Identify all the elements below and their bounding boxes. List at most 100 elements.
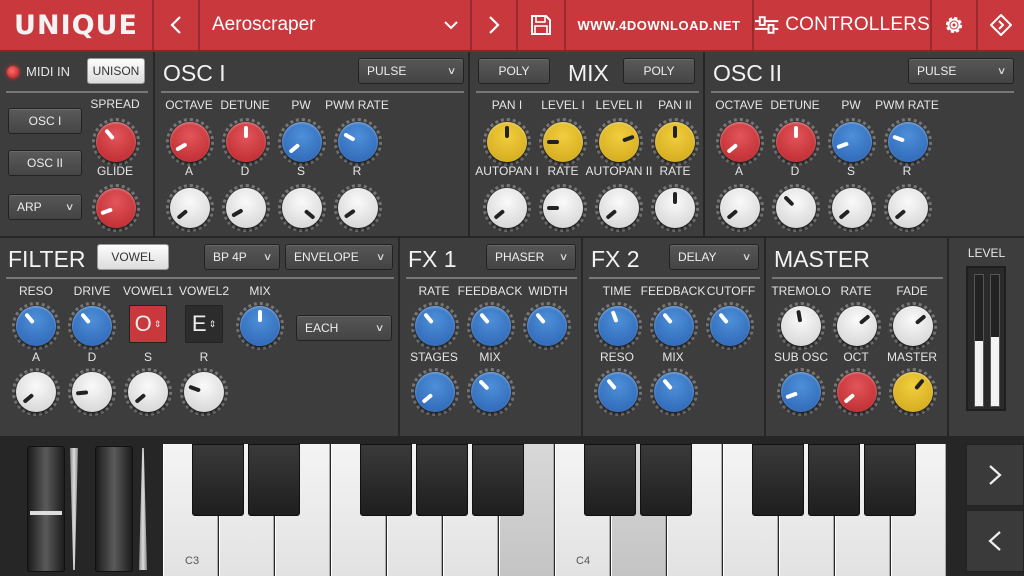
osc2-decay-knob[interactable]	[772, 184, 820, 232]
filter-mode-select[interactable]: BP 4P ∨	[204, 244, 280, 270]
oct-knob[interactable]	[833, 368, 881, 416]
osc1-sustain-knob[interactable]	[278, 184, 326, 232]
black-key[interactable]	[416, 444, 468, 516]
fx2-mix-knob[interactable]	[650, 368, 698, 416]
mix-rate2-knob[interactable]	[651, 184, 699, 232]
filter-mix-knob[interactable]	[236, 302, 284, 350]
unison-button[interactable]: UNISON	[87, 58, 145, 84]
osc1-title: OSC I	[163, 60, 226, 86]
fx2-cutoff-knob[interactable]	[706, 302, 754, 350]
filter-source-select[interactable]: ENVELOPE ∨	[285, 244, 393, 270]
filter-reso-knob[interactable]	[12, 302, 60, 350]
octave-down-button[interactable]	[966, 510, 1024, 572]
fx1-width-knob[interactable]	[523, 302, 571, 350]
osc1-decay-knob[interactable]	[222, 184, 270, 232]
controllers-button[interactable]: CONTROLLERS	[754, 0, 932, 50]
fx2-time-label: TIME	[602, 284, 632, 298]
fx2-cutoff-label: CUTOFF	[706, 284, 756, 298]
divider	[406, 277, 577, 279]
fx2-time-knob[interactable]	[594, 302, 642, 350]
settings-button[interactable]	[932, 0, 978, 50]
vowel2-value: E	[191, 311, 207, 336]
osc1-octave-knob[interactable]	[166, 118, 214, 166]
osc1-release-knob[interactable]	[334, 184, 382, 232]
filter-decay-knob[interactable]	[68, 368, 116, 416]
osc1-pw-knob[interactable]	[278, 118, 326, 166]
osc2-pwm-rate-knob[interactable]	[884, 118, 932, 166]
fx1-feedback-knob[interactable]	[467, 302, 515, 350]
prev-preset-button[interactable]	[154, 0, 200, 50]
osc1-button-label: OSC I	[28, 114, 62, 128]
black-key[interactable]	[192, 444, 244, 516]
osc1-attack-knob[interactable]	[166, 184, 214, 232]
menu-button[interactable]	[978, 0, 1024, 50]
black-key[interactable]	[360, 444, 412, 516]
glide-knob[interactable]	[92, 184, 140, 232]
vowel1-selector[interactable]: O ⇕	[129, 305, 167, 343]
filter-sustain-knob[interactable]	[124, 368, 172, 416]
mix-level1-knob[interactable]	[539, 118, 587, 166]
mix-pan1-knob[interactable]	[483, 118, 531, 166]
filter-release-knob[interactable]	[180, 368, 228, 416]
mod-wheel[interactable]	[95, 446, 133, 572]
fade-knob[interactable]	[889, 302, 937, 350]
website-link[interactable]: WWW.4DOWNLOAD.NET	[566, 0, 754, 50]
fx1-effect-select[interactable]: PHASER ∨	[486, 244, 576, 270]
mix-level1-label: LEVEL I	[541, 98, 585, 112]
black-key[interactable]	[864, 444, 916, 516]
master-volume-knob[interactable]	[889, 368, 937, 416]
black-key[interactable]	[248, 444, 300, 516]
fx2-feedback-knob[interactable]	[650, 302, 698, 350]
fx1-rate-knob[interactable]	[411, 302, 459, 350]
osc2-detune-knob[interactable]	[772, 118, 820, 166]
mix-pan2-knob[interactable]	[651, 118, 699, 166]
master-oct-label: OCT	[843, 350, 869, 364]
voice-panel: MIDI IN UNISON OSC I OSC II ARP ∨ SPREAD …	[0, 52, 155, 238]
save-button[interactable]	[518, 0, 566, 50]
osc2-pw-knob[interactable]	[828, 118, 876, 166]
mix-autopan1-knob[interactable]	[483, 184, 531, 232]
filter-drive-knob[interactable]	[68, 302, 116, 350]
sub-osc-knob[interactable]	[777, 368, 825, 416]
chevron-down-icon: ∨	[64, 201, 75, 213]
mix-poly2-button[interactable]: POLY	[623, 58, 695, 84]
filter-attack-knob[interactable]	[12, 368, 60, 416]
octave-up-button[interactable]	[966, 444, 1024, 506]
osc1-wave-value: PULSE	[367, 64, 407, 78]
fx1-stages-knob[interactable]	[411, 368, 459, 416]
mix-rate1-knob[interactable]	[539, 184, 587, 232]
master-rate-label: RATE	[840, 284, 872, 298]
vowel2-selector[interactable]: E ⇕	[185, 305, 223, 343]
tremolo-rate-knob[interactable]	[833, 302, 881, 350]
preset-selector[interactable]: Aeroscraper	[200, 0, 472, 50]
vowel-button[interactable]: VOWEL	[97, 244, 169, 270]
fx1-mix-knob[interactable]	[467, 368, 515, 416]
chevron-down-icon: ∨	[375, 251, 386, 263]
osc2-button[interactable]: OSC II	[8, 150, 82, 176]
osc1-pwm-rate-knob[interactable]	[334, 118, 382, 166]
osc2-octave-knob[interactable]	[716, 118, 764, 166]
black-key[interactable]	[472, 444, 524, 516]
black-key[interactable]	[640, 444, 692, 516]
mix-level2-knob[interactable]	[595, 118, 643, 166]
mix-autopan2-knob[interactable]	[595, 184, 643, 232]
each-select[interactable]: EACH ∨	[296, 315, 392, 341]
osc1-button[interactable]: OSC I	[8, 108, 82, 134]
black-key[interactable]	[584, 444, 636, 516]
arp-select[interactable]: ARP ∨	[8, 194, 82, 220]
spread-knob[interactable]	[92, 118, 140, 166]
osc1-detune-knob[interactable]	[222, 118, 270, 166]
osc2-attack-knob[interactable]	[716, 184, 764, 232]
tremolo-knob[interactable]	[777, 302, 825, 350]
pitch-wheel[interactable]	[27, 446, 65, 572]
osc2-sustain-knob[interactable]	[828, 184, 876, 232]
fx2-effect-select[interactable]: DELAY ∨	[669, 244, 759, 270]
mix-poly1-button[interactable]: POLY	[478, 58, 550, 84]
next-preset-button[interactable]	[472, 0, 518, 50]
black-key[interactable]	[752, 444, 804, 516]
fx2-reso-knob[interactable]	[594, 368, 642, 416]
osc1-wave-select[interactable]: PULSE ∨	[358, 58, 464, 84]
black-key[interactable]	[808, 444, 860, 516]
osc2-release-knob[interactable]	[884, 184, 932, 232]
osc2-wave-select[interactable]: PULSE ∨	[908, 58, 1014, 84]
